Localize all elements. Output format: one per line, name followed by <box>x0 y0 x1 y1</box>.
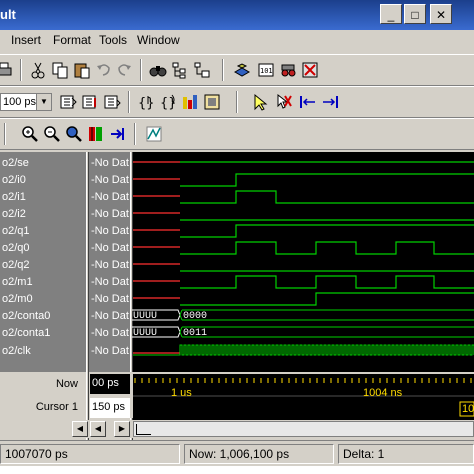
horizontal-scroll-row: ◀ ◀ ▶ <box>0 420 474 438</box>
compile-icon[interactable] <box>232 60 252 80</box>
bus-value-conta0-initial: UUUU <box>133 311 158 322</box>
svg-text:{}: {} <box>138 96 155 111</box>
print-icon[interactable] <box>0 60 14 80</box>
menu-window[interactable]: Window <box>137 33 180 47</box>
column-splitter[interactable] <box>86 372 89 420</box>
bus-conta0 <box>179 309 474 321</box>
paste-icon[interactable] <box>72 60 92 80</box>
cursor-label[interactable]: Cursor 1 <box>36 401 78 413</box>
bus-value-conta0: 0000 <box>183 311 208 322</box>
toolbar-separator <box>134 123 136 145</box>
time-axis[interactable]: 1 us 1004 ns 10 <box>133 374 474 420</box>
time-mark-1004ns: 1004 ns <box>363 387 403 399</box>
bus-value-conta1-initial: UUUU <box>133 328 158 339</box>
toolbar-zoom <box>0 118 474 150</box>
previous-edge-icon[interactable] <box>298 92 318 112</box>
toolbar-separator <box>236 91 238 113</box>
toolbar-separator <box>128 91 130 113</box>
zoom-in-icon[interactable] <box>20 124 40 144</box>
scroll-thumb[interactable] <box>136 424 151 435</box>
maximize-button[interactable]: □ <box>404 4 426 24</box>
run-length-select[interactable]: 100 ps ▼ <box>0 93 52 111</box>
cut-icon[interactable] <box>28 60 48 80</box>
wave-clk <box>133 344 474 356</box>
status-bar: 1007070 ps Now: 1,006,100 ps Delta: 1 <box>0 440 474 467</box>
toolbar-separator <box>20 59 22 81</box>
undefined-segments <box>133 161 180 354</box>
cursor-time-tag[interactable]: 10 <box>462 403 474 415</box>
toolbar-separator <box>222 59 224 81</box>
restart-icon[interactable] <box>180 92 200 112</box>
menu-format[interactable]: Format <box>53 33 91 47</box>
step-over-icon[interactable]: {} <box>158 92 178 112</box>
copy-icon[interactable] <box>50 60 70 80</box>
wave-m0 <box>180 292 474 306</box>
scroll-left-icon[interactable]: ◀ <box>90 421 106 437</box>
toolbar-separator <box>140 59 142 81</box>
find-icon[interactable] <box>148 60 168 80</box>
toolbar-run: 100 ps ▼ {} {} <box>0 86 474 118</box>
wave-m1 <box>180 275 474 289</box>
now-label: Now <box>55 378 78 390</box>
select-pointer-icon[interactable] <box>250 92 270 112</box>
window-title: ult <box>0 7 16 22</box>
redo-icon[interactable] <box>114 60 134 80</box>
undo-icon[interactable] <box>94 60 114 80</box>
minimize-button[interactable]: _ <box>380 4 402 24</box>
run-all-icon[interactable] <box>102 92 122 112</box>
hierarchy-icon[interactable] <box>170 60 190 80</box>
break-icon[interactable] <box>300 60 320 80</box>
insert-cursor-icon[interactable] <box>86 124 106 144</box>
time-mark-1us: 1 us <box>171 387 192 399</box>
run-length-value: 100 ps <box>3 96 37 108</box>
scroll-right-icon[interactable]: ▶ <box>114 421 130 437</box>
signal-list-icon[interactable] <box>192 60 212 80</box>
figure-caption-strip <box>0 466 474 474</box>
next-edge-icon[interactable] <box>320 92 340 112</box>
chevron-down-icon[interactable]: ▼ <box>36 94 51 110</box>
wave-scrollbar[interactable] <box>133 421 474 437</box>
toolbar-separator <box>4 123 6 145</box>
menu-tools[interactable]: Tools <box>99 33 127 47</box>
step-icon[interactable]: {} <box>136 92 156 112</box>
bus-conta1 <box>179 326 474 338</box>
svg-text:101: 101 <box>260 67 273 75</box>
wave-compare-icon[interactable] <box>144 124 164 144</box>
toolbar-edit: 101 <box>0 54 474 86</box>
waveform-traces <box>132 161 474 356</box>
digital-signals <box>180 161 474 306</box>
now-value: 00 ps <box>90 374 130 394</box>
zoom-out-icon[interactable] <box>42 124 62 144</box>
break-run-icon[interactable] <box>202 92 222 112</box>
title-bar: ult _ □ ✕ <box>0 0 474 30</box>
status-delta: Delta: 1 <box>338 444 474 464</box>
run-icon[interactable] <box>278 60 298 80</box>
lock-cursor-icon[interactable] <box>108 124 128 144</box>
close-button[interactable]: ✕ <box>430 4 452 24</box>
continue-icon[interactable] <box>80 92 100 112</box>
wave-i0 <box>180 173 474 187</box>
wave-q1 <box>180 224 474 238</box>
wave-q0 <box>180 241 474 255</box>
simulate-icon[interactable]: 101 <box>256 60 276 80</box>
cursor-value[interactable]: 150 ps <box>90 398 130 418</box>
menu-bar: Insert Format Tools Window <box>0 30 474 50</box>
status-time: 1007070 ps <box>0 444 180 464</box>
menu-insert[interactable]: Insert <box>11 33 41 47</box>
zoom-cursor-icon[interactable] <box>274 92 294 112</box>
status-now: Now: 1,006,100 ps <box>184 444 334 464</box>
run-icon[interactable] <box>58 92 78 112</box>
bus-value-conta1: 0011 <box>183 328 208 339</box>
wave-i1 <box>180 190 474 204</box>
zoom-full-icon[interactable] <box>64 124 84 144</box>
scroll-left-icon[interactable]: ◀ <box>72 421 88 437</box>
